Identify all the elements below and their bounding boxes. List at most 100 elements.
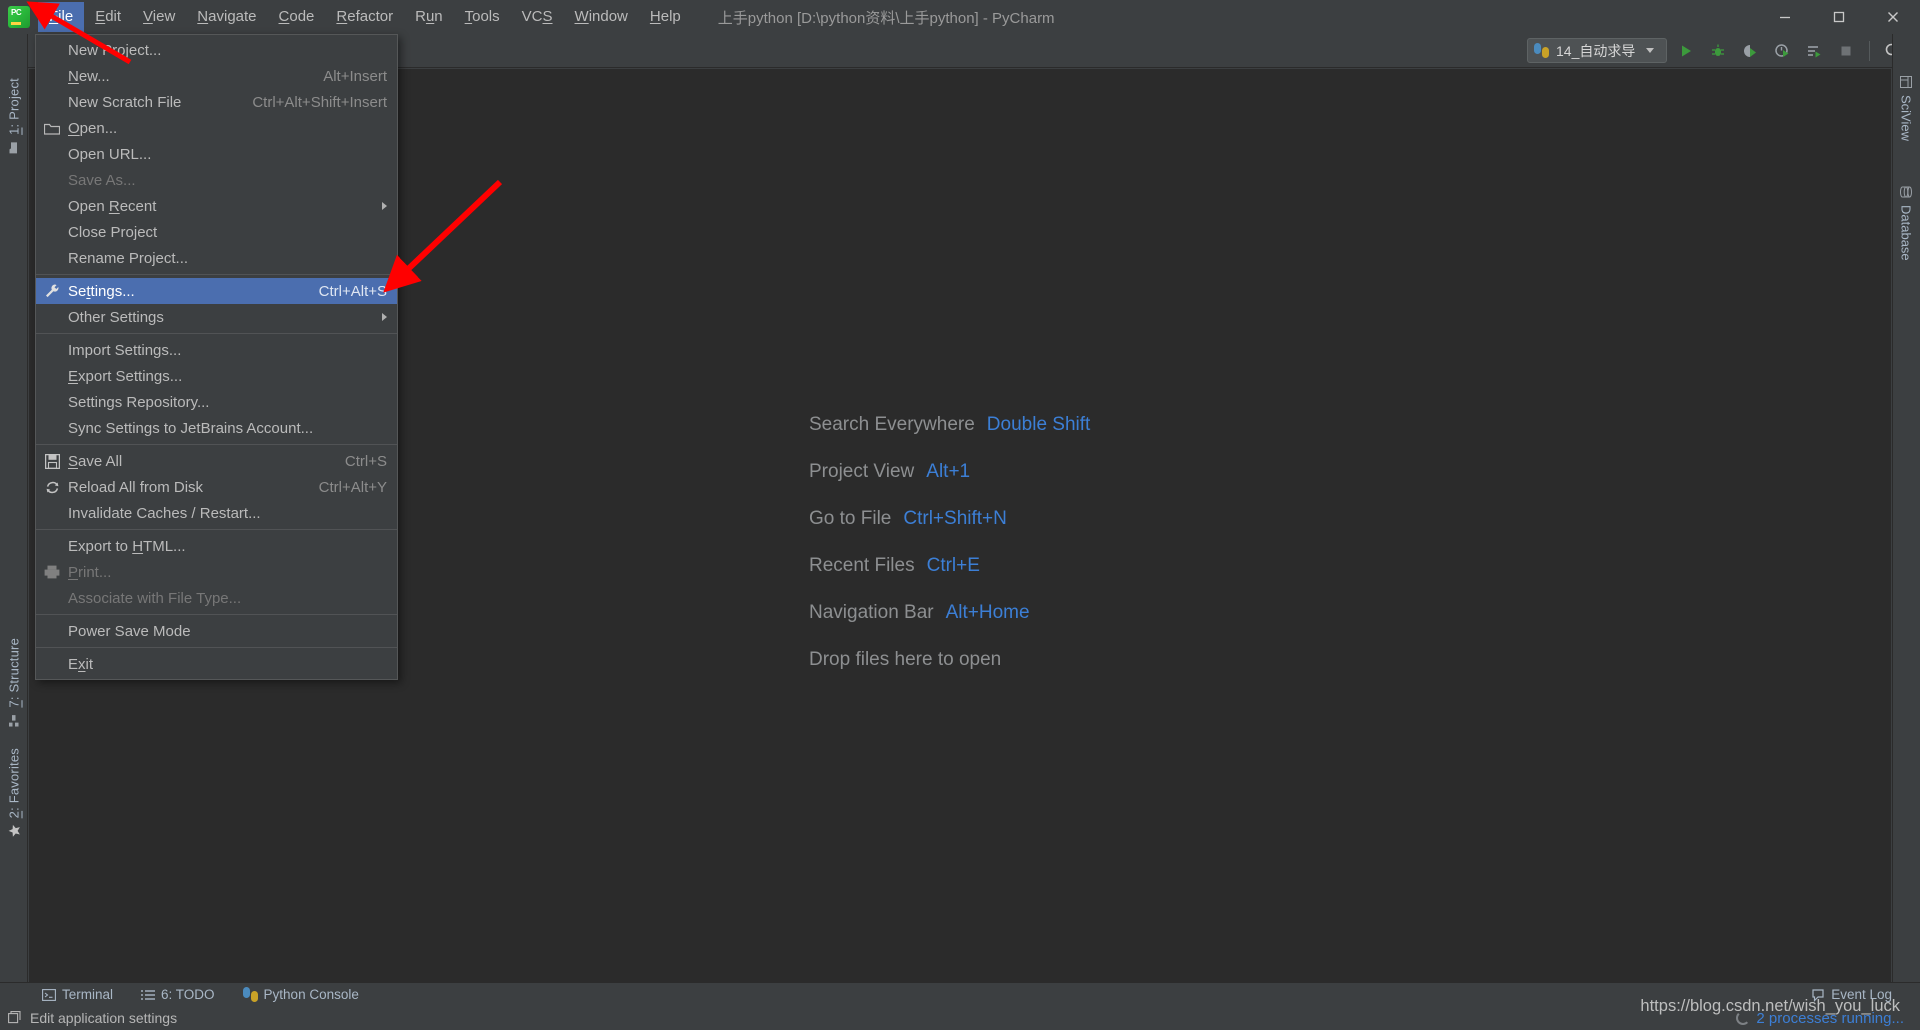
- menu-item-other-settings[interactable]: Other Settings: [36, 304, 397, 330]
- no-icon: [42, 538, 62, 554]
- right-strip-sciview[interactable]: SciView: [1892, 74, 1920, 145]
- menu-item-save-all[interactable]: Save AllCtrl+S: [36, 448, 397, 474]
- maximize-button[interactable]: [1812, 0, 1866, 34]
- menu-item-shortcut: Ctrl+S: [331, 453, 387, 470]
- no-icon: [42, 394, 62, 410]
- menu-item-open-recent[interactable]: Open Recent: [36, 193, 397, 219]
- menu-item-sync-settings-to-jetbrains-account[interactable]: Sync Settings to JetBrains Account...: [36, 415, 397, 441]
- run-with-console-button[interactable]: [1801, 38, 1827, 64]
- run-button[interactable]: [1673, 38, 1699, 64]
- menu-item-exit[interactable]: Exit: [36, 651, 397, 677]
- toolbar-divider: [1869, 41, 1870, 61]
- database-icon: [1900, 188, 1912, 200]
- processes-group[interactable]: 2 processes running...: [1736, 1010, 1920, 1027]
- editor-hint-action: Go to File: [809, 508, 891, 530]
- right-strip-database[interactable]: Database: [1892, 184, 1920, 265]
- menu-item-new-project[interactable]: New Project...: [36, 37, 397, 63]
- menu-item-open[interactable]: Open...: [36, 115, 397, 141]
- status-message: Edit application settings: [30, 1010, 177, 1026]
- editor-hint-row: Search EverywhereDouble Shift: [809, 414, 1090, 436]
- menu-separator: [36, 333, 397, 334]
- menu-item-label: Export to HTML...: [68, 538, 387, 555]
- menu-bar[interactable]: FileEditViewNavigateCodeRefactorRunTools…: [38, 0, 692, 34]
- menu-navigate[interactable]: Navigate: [186, 2, 267, 32]
- no-icon: [42, 309, 62, 325]
- menu-item-shortcut: Alt+Insert: [309, 68, 387, 85]
- menu-item-shortcut: Ctrl+Alt+Shift+Insert: [238, 94, 387, 111]
- menu-item-new-scratch-file[interactable]: New Scratch FileCtrl+Alt+Shift+Insert: [36, 89, 397, 115]
- event-log-button[interactable]: Event Log: [1797, 983, 1906, 1007]
- menu-item-open-url[interactable]: Open URL...: [36, 141, 397, 167]
- menu-view[interactable]: View: [132, 2, 186, 32]
- window-icon: [8, 1011, 22, 1025]
- tool-window-python-console-label: Python Console: [264, 987, 359, 1002]
- editor-hint-shortcut: Alt+Home: [946, 602, 1030, 624]
- coverage-button[interactable]: [1737, 38, 1763, 64]
- left-strip-2-favorites[interactable]: 2: Favorites: [0, 744, 28, 839]
- run-configuration-selector[interactable]: 14_自动求导: [1527, 38, 1667, 63]
- minimize-button[interactable]: [1758, 0, 1812, 34]
- menu-item-label: New...: [68, 68, 309, 85]
- menu-help[interactable]: Help: [639, 2, 692, 32]
- menu-tools[interactable]: Tools: [454, 2, 511, 32]
- menu-item-label: Reload All from Disk: [68, 479, 305, 496]
- menu-item-label: Save All: [68, 453, 331, 470]
- menu-window[interactable]: Window: [564, 2, 639, 32]
- no-icon: [42, 42, 62, 58]
- editor-hint-list: Search EverywhereDouble ShiftProject Vie…: [809, 414, 1090, 696]
- event-log-icon: [1811, 988, 1825, 1002]
- menu-item-shortcut: Ctrl+Alt+Y: [305, 479, 387, 496]
- chevron-right-icon: [382, 313, 387, 321]
- bottom-tool-window-bar: Terminal 6: TODO Python Console Event Lo…: [0, 982, 1920, 1006]
- menu-item-invalidate-caches-restart[interactable]: Invalidate Caches / Restart...: [36, 500, 397, 526]
- menu-item-settings[interactable]: Settings...Ctrl+Alt+S: [36, 278, 397, 304]
- menu-item-rename-project[interactable]: Rename Project...: [36, 245, 397, 271]
- menu-item-new[interactable]: New...Alt+Insert: [36, 63, 397, 89]
- menu-vcs[interactable]: VCS: [511, 2, 564, 32]
- menu-item-close-project[interactable]: Close Project: [36, 219, 397, 245]
- menu-item-label: Open...: [68, 120, 387, 137]
- folder-icon: [42, 120, 62, 136]
- menu-item-power-save-mode[interactable]: Power Save Mode: [36, 618, 397, 644]
- menu-item-label: Associate with File Type...: [68, 590, 387, 607]
- star-icon: [8, 823, 20, 835]
- reload-icon: [42, 479, 62, 495]
- menu-item-associate-with-file-type: Associate with File Type...: [36, 585, 397, 611]
- menu-file[interactable]: File: [38, 2, 84, 32]
- no-icon: [42, 198, 62, 214]
- no-icon: [42, 224, 62, 240]
- left-strip-7-structure[interactable]: 7: Structure: [0, 634, 28, 729]
- stop-button[interactable]: [1833, 38, 1859, 64]
- close-button[interactable]: [1866, 0, 1920, 34]
- editor-hint-row: Drop files here to open: [809, 649, 1090, 671]
- menu-item-export-settings[interactable]: Export Settings...: [36, 363, 397, 389]
- profile-button[interactable]: [1769, 38, 1795, 64]
- menu-separator: [36, 529, 397, 530]
- left-strip-label: 2: Favorites: [7, 748, 22, 818]
- left-strip-1-project[interactable]: 1: Project: [0, 74, 28, 156]
- menu-separator: [36, 647, 397, 648]
- file-menu-popup[interactable]: New Project...New...Alt+InsertNew Scratc…: [35, 34, 398, 680]
- menu-code[interactable]: Code: [268, 2, 326, 32]
- menu-item-label: Open Recent: [68, 198, 374, 215]
- no-icon: [42, 342, 62, 358]
- tool-window-terminal[interactable]: Terminal: [28, 983, 127, 1007]
- menu-item-label: Save As...: [68, 172, 387, 189]
- menu-run[interactable]: Run: [404, 2, 454, 32]
- project-folder-icon: [8, 140, 20, 152]
- menu-item-save-as: Save As...: [36, 167, 397, 193]
- menu-item-shortcut: Ctrl+Alt+S: [305, 283, 387, 300]
- menu-refactor[interactable]: Refactor: [325, 2, 404, 32]
- menu-edit[interactable]: Edit: [84, 2, 132, 32]
- python-icon: [243, 987, 258, 1002]
- menu-item-reload-all-from-disk[interactable]: Reload All from DiskCtrl+Alt+Y: [36, 474, 397, 500]
- tool-window-python-console[interactable]: Python Console: [229, 983, 373, 1007]
- menu-item-export-to-html[interactable]: Export to HTML...: [36, 533, 397, 559]
- run-configuration-label: 14_自动求导: [1556, 41, 1635, 61]
- menu-item-settings-repository[interactable]: Settings Repository...: [36, 389, 397, 415]
- tool-window-todo[interactable]: 6: TODO: [127, 983, 229, 1007]
- menu-item-import-settings[interactable]: Import Settings...: [36, 337, 397, 363]
- debug-button[interactable]: [1705, 38, 1731, 64]
- menu-separator: [36, 444, 397, 445]
- no-icon: [42, 172, 62, 188]
